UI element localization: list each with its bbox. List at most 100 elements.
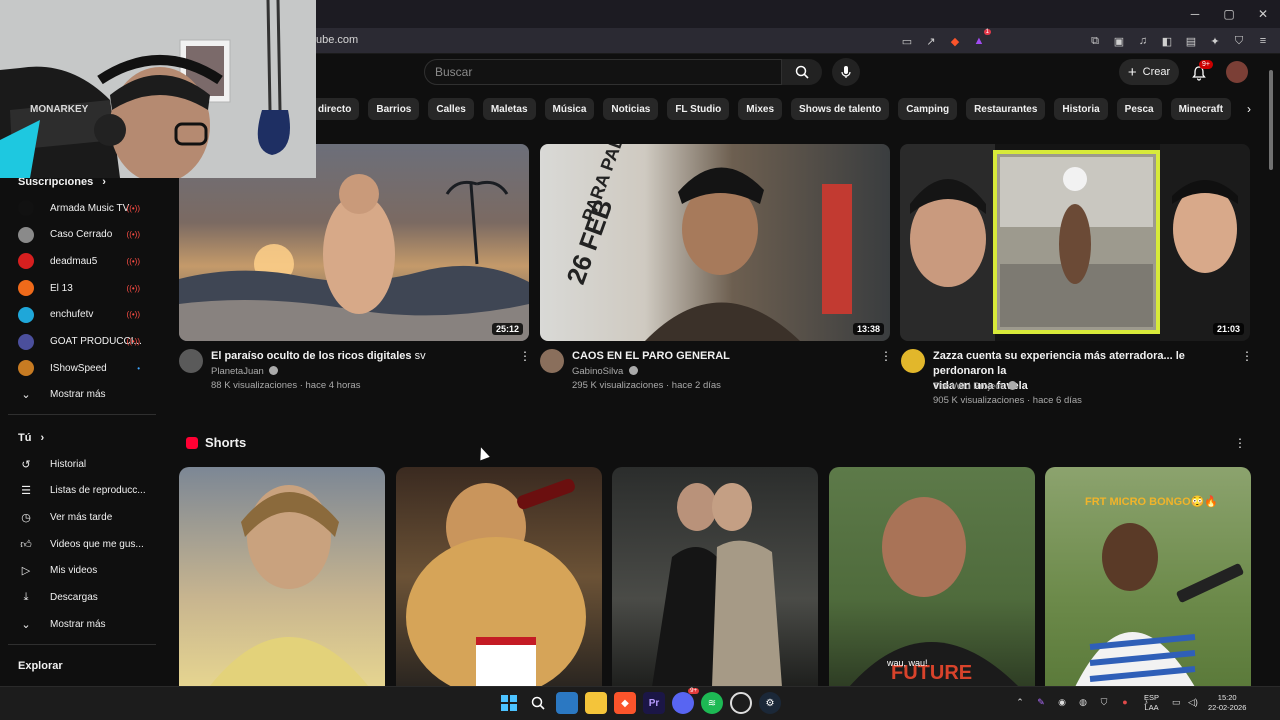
live-icon: ((•))	[126, 337, 140, 346]
discord-tray-icon[interactable]: ◉	[1056, 695, 1068, 709]
steam-icon[interactable]: ⚙	[759, 692, 781, 714]
you-heading[interactable]: Tú ›	[18, 432, 44, 444]
channel-name[interactable]: GabinoSilva	[572, 366, 638, 377]
discord-icon[interactable]: 9+	[672, 688, 699, 714]
filter-chip[interactable]: Mixes	[738, 98, 783, 120]
search-icon[interactable]	[527, 692, 549, 714]
filter-chip[interactable]: FL Studio	[667, 98, 730, 120]
search-button[interactable]	[782, 59, 822, 85]
minimize-button[interactable]: ─	[1178, 0, 1212, 28]
downloads-icon: ⤓	[23, 591, 29, 603]
filter-chip[interactable]: Pesca	[1116, 98, 1162, 120]
filter-chip[interactable]: Música	[544, 98, 595, 120]
more-options-icon[interactable]: ⋮	[1241, 349, 1253, 363]
voice-search-button[interactable]	[832, 58, 860, 86]
extensions-icon[interactable]: ⧉	[1086, 32, 1104, 50]
more-options-icon[interactable]: ⋮	[519, 349, 531, 363]
short-art	[209, 485, 369, 687]
chevron-up-icon[interactable]: ⌃	[1014, 695, 1026, 709]
obs-icon[interactable]	[730, 692, 752, 714]
pen-icon[interactable]: ✎	[1035, 695, 1047, 709]
share-icon[interactable]: ↗	[922, 32, 940, 50]
video-thumbnail[interactable]: 21:03	[900, 144, 1250, 341]
system-clock[interactable]: 15:20 22-02-2026	[1208, 693, 1246, 713]
spotify-icon[interactable]: ≋	[701, 692, 723, 714]
video-title-suffix: sv	[414, 350, 426, 362]
chevron-right-icon[interactable]: ›	[1240, 99, 1258, 119]
brave-rewards-icon[interactable]: ▲ 1	[970, 29, 991, 50]
close-window-button[interactable]: ✕	[1246, 0, 1280, 28]
subscription-item[interactable]: El 13 ((•))	[18, 278, 148, 298]
language-indicator[interactable]: ESP LAA	[1144, 693, 1159, 713]
subscription-item[interactable]: enchufetv ((•))	[18, 305, 148, 325]
search-input[interactable]	[425, 60, 781, 84]
subscription-item[interactable]: Armada Music TV ((•))	[18, 198, 148, 218]
webcam-overlay: MONARKEY	[0, 0, 316, 178]
volume-icon[interactable]: ◁)	[1188, 697, 1198, 708]
account-avatar[interactable]	[1226, 61, 1248, 83]
url-text[interactable]: ube.com	[316, 34, 358, 46]
network-icon[interactable]: ▭	[1172, 697, 1181, 708]
channel-avatar[interactable]	[179, 349, 203, 373]
filter-chip[interactable]: Shows de talento	[791, 98, 890, 120]
filter-chip[interactable]: Restaurantes	[966, 98, 1046, 120]
show-more-library[interactable]: ⌄ Mostrar más	[18, 614, 148, 634]
subscription-item[interactable]: Caso Cerrado ((•))	[18, 225, 148, 245]
subscription-item[interactable]: IShowSpeed •	[18, 358, 148, 378]
library-item[interactable]: ◷ Ver más tarde	[18, 507, 148, 527]
file-explorer-icon[interactable]	[585, 692, 607, 714]
subscription-item[interactable]: GOAT PRODUCCI... ((•))	[18, 332, 148, 352]
short-thumbnail[interactable]	[396, 467, 602, 687]
maximize-button[interactable]: ▢	[1212, 0, 1246, 28]
playlists-icon: ☰	[21, 485, 31, 498]
library-item[interactable]: ▷ Mis videos	[18, 561, 148, 581]
create-button[interactable]: + Crear	[1119, 59, 1179, 85]
premiere-icon[interactable]: Pr	[643, 692, 665, 714]
shield-icon[interactable]: ⛉	[1098, 695, 1110, 709]
chevron-down-icon: ⌄	[21, 618, 31, 631]
screen-icon[interactable]: ▭	[898, 32, 916, 50]
tab-icon[interactable]: ▣	[1110, 32, 1128, 50]
short-thumbnail[interactable]: FRT MICRO BONGO😳🔥	[1045, 467, 1251, 687]
channel-name[interactable]: PlanetaJuan	[211, 366, 279, 377]
windows-start-icon[interactable]	[498, 692, 520, 714]
scrollbar-thumb[interactable]	[1269, 70, 1273, 170]
channel-avatar[interactable]	[901, 349, 925, 373]
video-thumbnail[interactable]: 26 FEB PARA PAL 13:38	[540, 144, 890, 341]
brave-shield-icon[interactable]: ◆	[946, 32, 964, 50]
library-item[interactable]: ☰ Listas de reproducc...	[18, 481, 148, 501]
search-box[interactable]	[424, 59, 782, 85]
record-icon[interactable]: ●	[1119, 695, 1131, 709]
music-icon[interactable]: ♫	[1134, 32, 1152, 50]
subscription-item[interactable]: deadmau5 ((•))	[18, 251, 148, 271]
wallet-icon[interactable]: ▤	[1182, 32, 1200, 50]
more-options-icon[interactable]: ⋮	[880, 349, 892, 363]
widgets-icon[interactable]	[556, 692, 578, 714]
short-thumbnail[interactable]	[179, 467, 385, 687]
library-item[interactable]: 👍︎ Videos que me gus...	[18, 534, 148, 554]
filter-chip[interactable]: Barrios	[368, 98, 420, 120]
brave-browser-icon[interactable]: ◆	[614, 692, 636, 714]
filter-chip[interactable]: Maletas	[482, 98, 536, 120]
filter-chip[interactable]: Calles	[428, 98, 474, 120]
filter-chip[interactable]: Minecraft	[1170, 98, 1232, 120]
shorts-more-options-icon[interactable]: ⋮	[1234, 436, 1246, 450]
short-thumbnail[interactable]	[612, 467, 818, 687]
filter-chip[interactable]: directo	[310, 98, 360, 120]
leo-icon[interactable]: ✦	[1206, 32, 1224, 50]
library-item[interactable]: ⤓ Descargas	[18, 588, 148, 608]
menu-icon[interactable]: ≡	[1254, 32, 1272, 50]
video-title[interactable]: CAOS EN EL PARO GENERAL	[572, 349, 872, 364]
short-thumbnail[interactable]: FUTURE wau, wau!	[829, 467, 1035, 687]
video-title[interactable]: El paraíso oculto de los ricos digitales…	[211, 349, 511, 364]
channel-avatar[interactable]	[540, 349, 564, 373]
library-item[interactable]: ↺ Historial	[18, 454, 148, 474]
filter-chip[interactable]: Camping	[898, 98, 958, 120]
sidebar-toggle-icon[interactable]: ◧	[1158, 32, 1176, 50]
channel-name[interactable]: The Wild Project	[933, 381, 1018, 392]
vpn-icon[interactable]: ⛉	[1230, 32, 1248, 50]
filter-chip[interactable]: Noticias	[603, 98, 659, 120]
steam-tray-icon[interactable]: ◍	[1077, 695, 1089, 709]
filter-chip[interactable]: Historia	[1054, 98, 1108, 120]
show-more-subscriptions[interactable]: ⌄ Mostrar más	[18, 384, 148, 404]
